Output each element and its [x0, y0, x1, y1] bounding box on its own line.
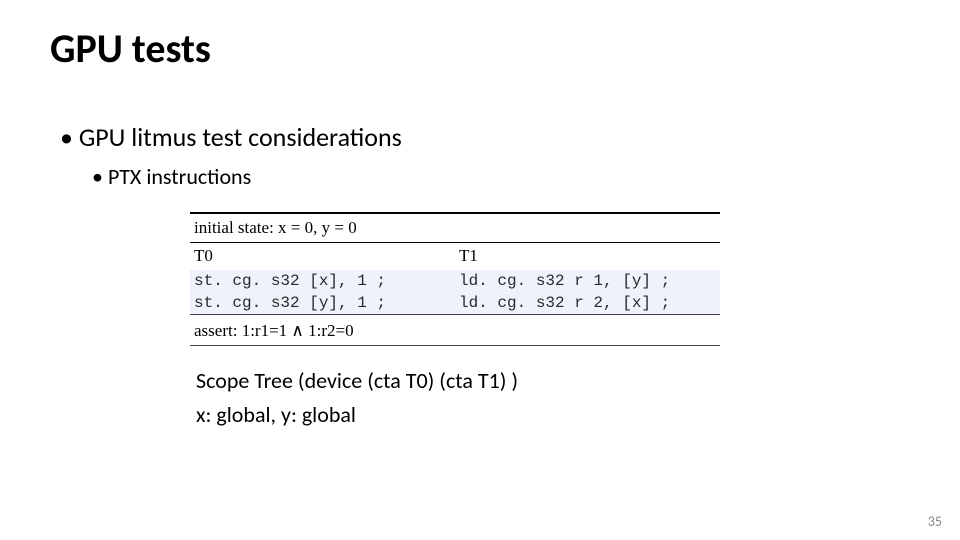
- table-row: st. cg. s32 [y], 1 ; ld. cg. s32 r 2, [x…: [190, 292, 720, 315]
- slide-title: GPU tests: [50, 24, 960, 73]
- table-row: assert: 1:r1=1 ∧ 1:r2=0: [190, 315, 720, 346]
- thread-header-right: T1: [455, 243, 720, 271]
- slide: GPU tests GPU litmus test considerations…: [0, 0, 960, 540]
- caption-line-2: x: global, y: global: [196, 398, 960, 432]
- caption-line-1: Scope Tree (device (cta T0) (cta T1) ): [196, 364, 960, 398]
- rule-bottom: [190, 346, 720, 347]
- assert-expr: 1:r1=1 ∧ 1:r2=0: [242, 321, 354, 340]
- page-number: 35: [928, 513, 942, 530]
- code-cell-t0-0: st. cg. s32 [x], 1 ;: [190, 270, 455, 292]
- initial-state-label: initial state:: [194, 218, 274, 237]
- assert-label: assert:: [194, 321, 237, 340]
- initial-state-expr: x = 0, y = 0: [278, 218, 357, 237]
- bullet-level-2: PTX instructions: [92, 163, 960, 190]
- initial-state-cell: initial state: x = 0, y = 0: [190, 213, 720, 243]
- bullet-level-1: GPU litmus test considerations: [60, 121, 960, 153]
- litmus-table-container: initial state: x = 0, y = 0 T0 T1 st. cg…: [190, 212, 720, 346]
- table-row: st. cg. s32 [x], 1 ; ld. cg. s32 r 1, [y…: [190, 270, 720, 292]
- thread-header-left: T0: [190, 243, 455, 271]
- bullet-list: GPU litmus test considerations PTX instr…: [60, 121, 960, 190]
- table-row: T0 T1: [190, 243, 720, 271]
- code-cell-t1-1: ld. cg. s32 r 2, [x] ;: [455, 292, 720, 315]
- litmus-table: initial state: x = 0, y = 0 T0 T1 st. cg…: [190, 212, 720, 346]
- code-cell-t0-1: st. cg. s32 [y], 1 ;: [190, 292, 455, 315]
- caption-block: Scope Tree (device (cta T0) (cta T1) ) x…: [196, 364, 960, 432]
- code-cell-t1-0: ld. cg. s32 r 1, [y] ;: [455, 270, 720, 292]
- table-row: [190, 346, 720, 347]
- table-row: initial state: x = 0, y = 0: [190, 213, 720, 243]
- assert-cell: assert: 1:r1=1 ∧ 1:r2=0: [190, 315, 720, 346]
